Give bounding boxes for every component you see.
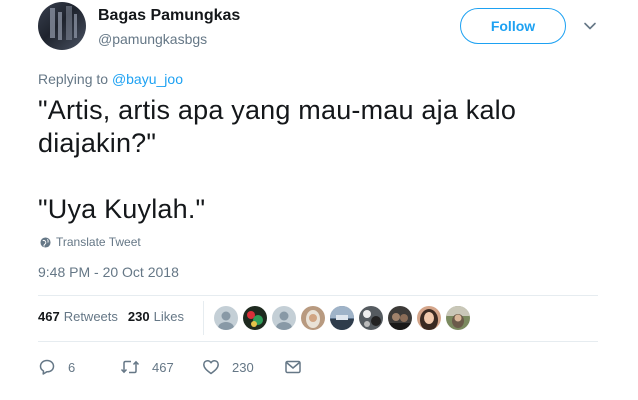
tweet-text: "Artis, artis apa yang mau-mau aja kalo … <box>38 94 598 226</box>
tweet-line: "Uya Kuylah." <box>38 194 206 224</box>
divider <box>38 295 598 296</box>
like-button[interactable]: 230 <box>202 358 284 376</box>
reply-count: 6 <box>68 359 76 375</box>
liker-avatar[interactable] <box>214 306 238 330</box>
tweet-line: "Artis, artis apa yang mau-mau aja kalo <box>38 95 517 125</box>
globe-icon <box>40 236 51 248</box>
likers-avatars <box>214 306 475 330</box>
author-handle[interactable]: @pamungkasbgs <box>98 31 207 47</box>
translate-label: Translate Tweet <box>56 235 141 249</box>
liker-avatar[interactable] <box>330 306 354 330</box>
retweet-count: 467 <box>152 359 174 375</box>
liker-avatar[interactable] <box>301 306 325 330</box>
translate-tweet-link[interactable]: Translate Tweet <box>40 235 141 249</box>
retweets-count: 467 <box>38 309 60 324</box>
reply-icon <box>39 359 55 375</box>
liker-avatar[interactable] <box>359 306 383 330</box>
replying-prefix: Replying to <box>38 71 112 87</box>
tweet-actions: 6 467 230 <box>38 358 302 376</box>
retweets-stat[interactable]: 467 Retweets <box>38 309 118 324</box>
reply-button[interactable]: 6 <box>38 358 120 376</box>
retweet-button[interactable]: 467 <box>120 358 202 376</box>
profile-avatar[interactable] <box>38 2 86 50</box>
follow-button[interactable]: Follow <box>460 8 566 44</box>
likes-label: Likes <box>153 309 184 324</box>
heart-icon <box>203 359 219 375</box>
liker-avatar[interactable] <box>417 306 441 330</box>
divider <box>38 341 598 342</box>
liker-avatar[interactable] <box>243 306 267 330</box>
retweet-icon <box>120 360 140 374</box>
tweet-timestamp[interactable]: 9:48 PM - 20 Oct 2018 <box>38 264 179 280</box>
liker-avatar[interactable] <box>446 306 470 330</box>
liker-avatar[interactable] <box>272 306 296 330</box>
author-name[interactable]: Bagas Pamungkas <box>98 7 240 25</box>
like-count: 230 <box>232 359 254 375</box>
likes-stat[interactable]: 230 Likes <box>128 309 184 324</box>
tweet-stats: 467 Retweets 230 Likes <box>38 309 184 324</box>
likes-count: 230 <box>127 309 150 324</box>
stats-separator <box>203 301 204 335</box>
chevron-down-icon[interactable] <box>583 19 597 33</box>
liker-avatar[interactable] <box>388 306 412 330</box>
retweets-label: Retweets <box>63 309 118 324</box>
tweet-line: diajakin?" <box>38 128 157 158</box>
envelope-icon <box>285 360 301 374</box>
replying-to: Replying to @bayu_joo <box>38 71 183 87</box>
direct-message-button[interactable] <box>284 359 302 375</box>
reply-mention-link[interactable]: @bayu_joo <box>112 71 183 87</box>
